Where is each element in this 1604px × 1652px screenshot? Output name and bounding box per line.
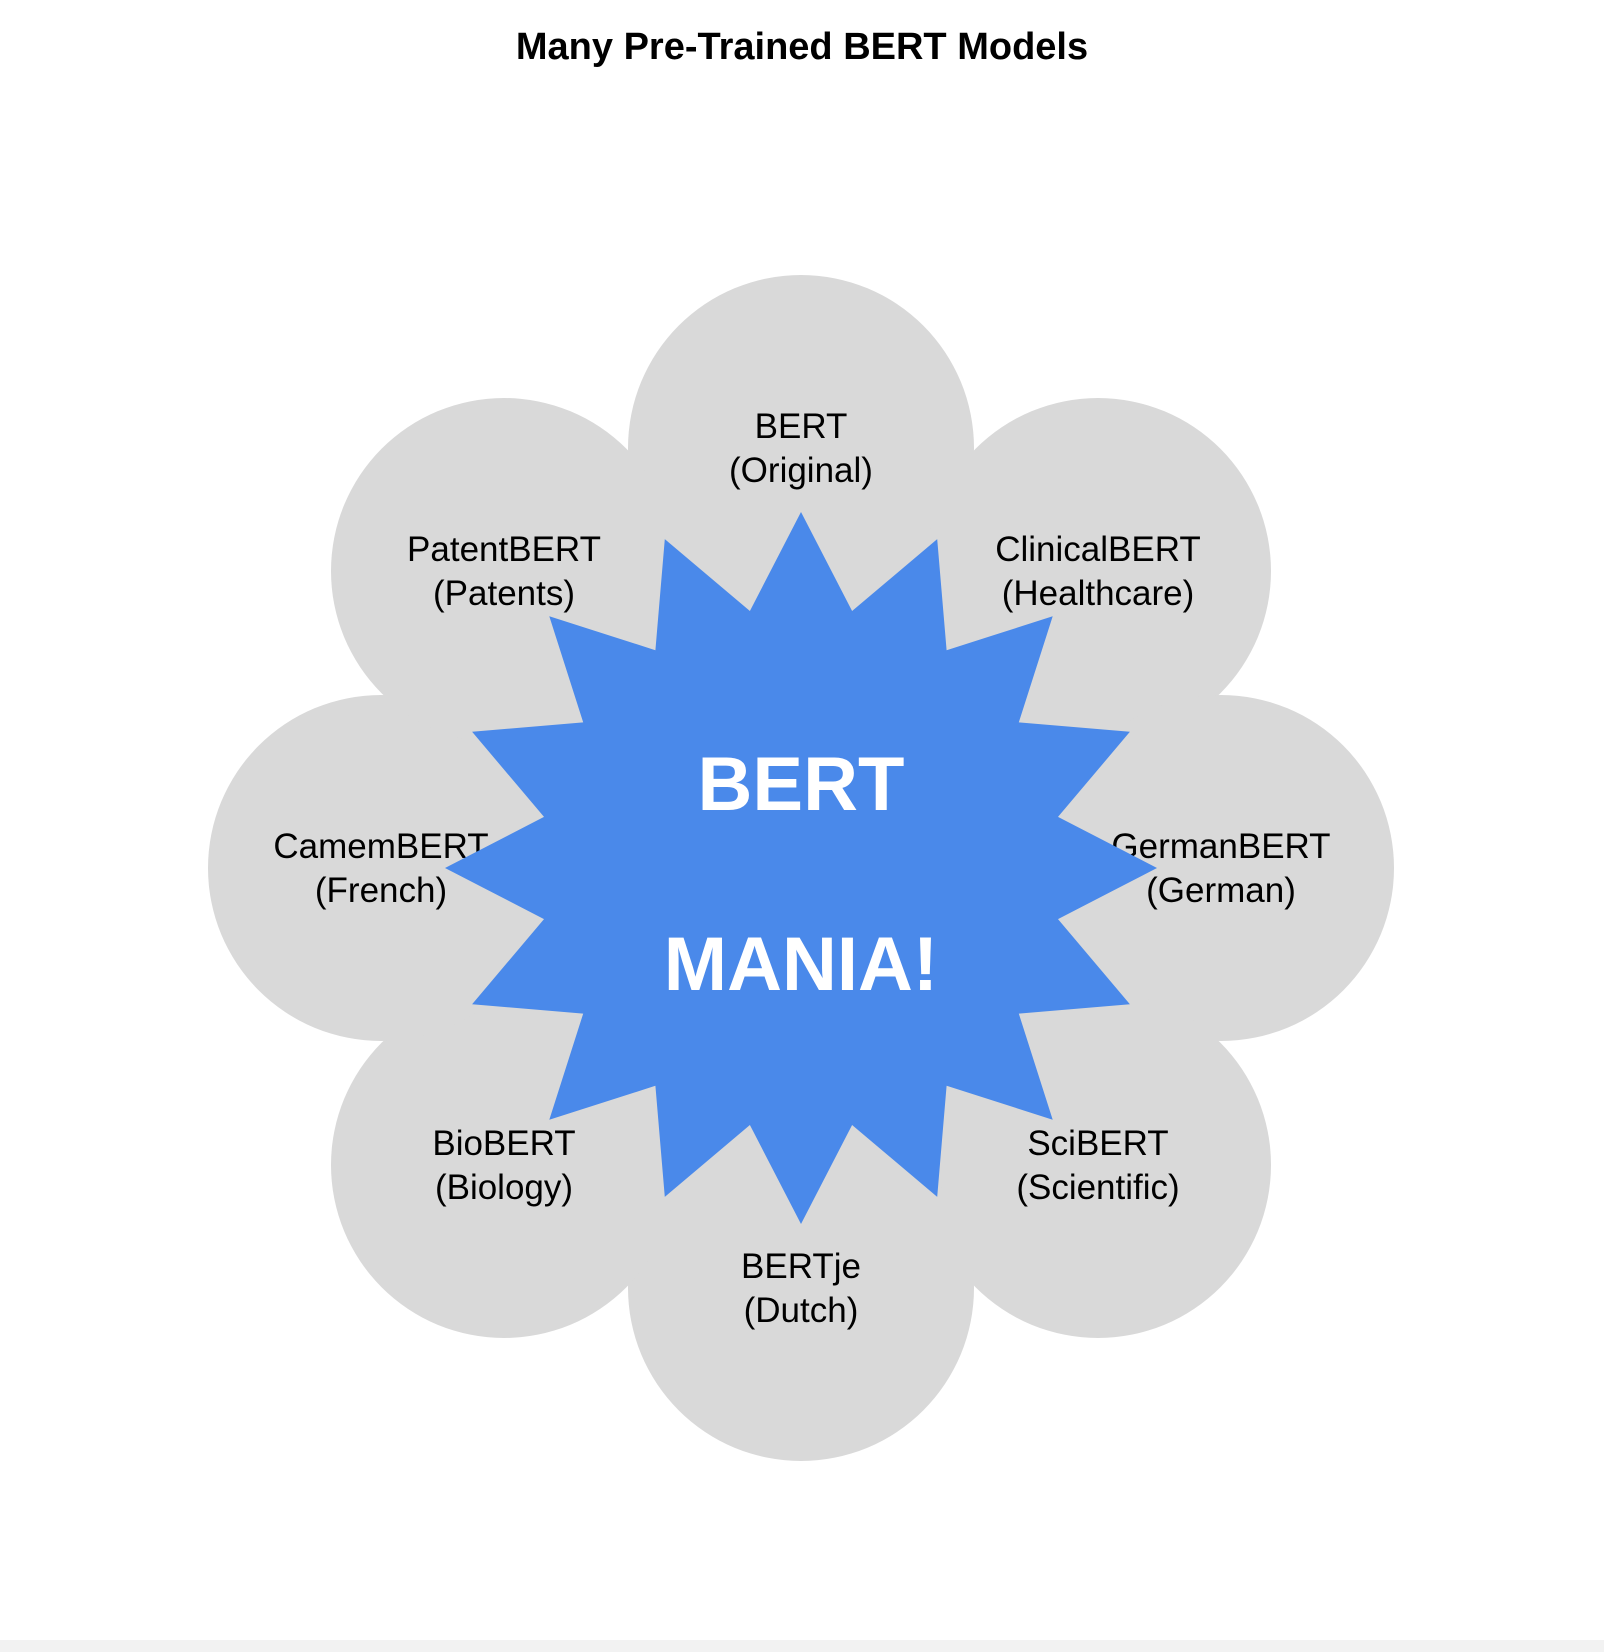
node-name: SciBERT	[1027, 1124, 1168, 1163]
diagram-canvas: BERT (Original) ClinicalBERT (Healthcare…	[208, 275, 1394, 1461]
center-label-line2: MANIA!	[664, 922, 938, 1007]
starburst-shape	[445, 512, 1157, 1224]
node-name: CamemBERT	[273, 827, 488, 866]
node-name: ClinicalBERT	[995, 530, 1201, 569]
center-burst: BERT MANIA!	[445, 512, 1157, 1224]
bottom-strip	[0, 1640, 1604, 1652]
node-detail: (Biology)	[435, 1168, 573, 1207]
node-name: BERT	[755, 407, 848, 446]
center-label-line1: BERT	[698, 742, 905, 827]
diagram: Many Pre-Trained BERT Models BERT (Origi…	[0, 0, 1604, 1652]
node-detail: (German)	[1146, 871, 1296, 910]
node-name: GermanBERT	[1111, 827, 1330, 866]
node-detail: (Original)	[729, 451, 873, 490]
node-detail: (French)	[315, 871, 447, 910]
node-detail: (Healthcare)	[1002, 574, 1195, 613]
node-detail: (Patents)	[433, 574, 575, 613]
node-name: BERTje	[741, 1247, 861, 1286]
node-detail: (Dutch)	[744, 1291, 859, 1330]
node-detail: (Scientific)	[1016, 1168, 1179, 1207]
node-name: BioBERT	[432, 1124, 575, 1163]
node-name: PatentBERT	[407, 530, 601, 569]
